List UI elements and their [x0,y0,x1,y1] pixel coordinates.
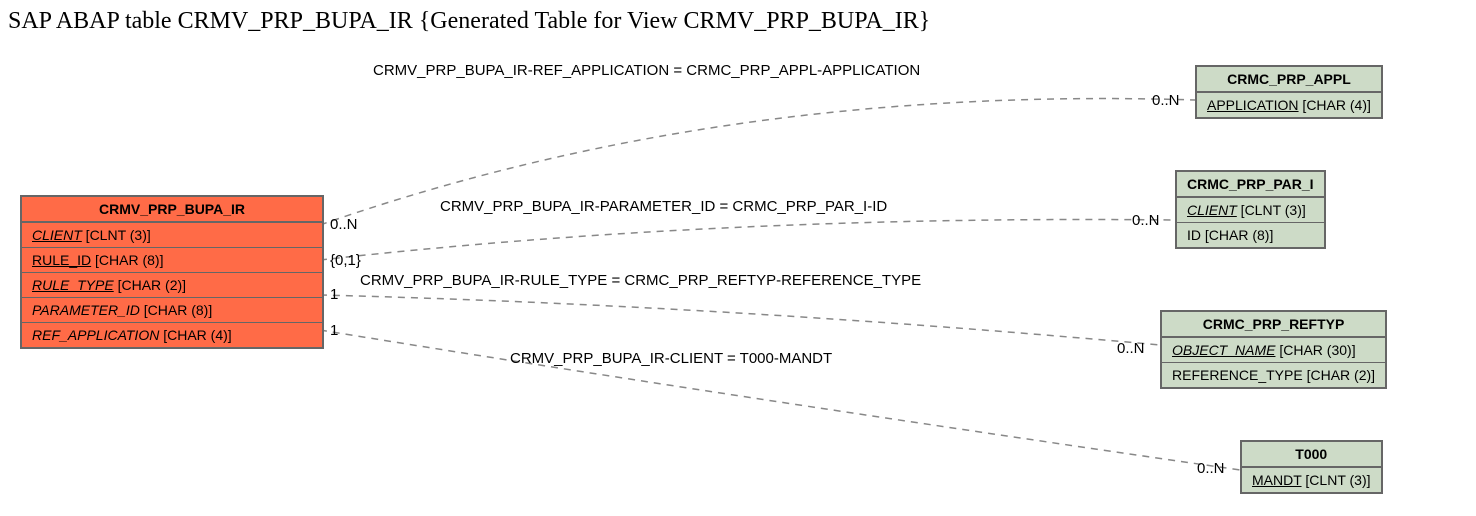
card-left-3: 1 [330,322,338,339]
entity-field: MANDT [CLNT (3)] [1242,468,1381,492]
entity-main-header: CRMV_PRP_BUPA_IR [22,197,322,223]
entity-header: CRMC_PRP_PAR_I [1177,172,1324,198]
entity-field: APPLICATION [CHAR (4)] [1197,93,1381,117]
entity-field: RULE_TYPE [CHAR (2)] [22,273,322,298]
entity-t000: T000 MANDT [CLNT (3)] [1240,440,1383,494]
rel-label-1: CRMV_PRP_BUPA_IR-PARAMETER_ID = CRMC_PRP… [440,198,887,215]
entity-field: PARAMETER_ID [CHAR (8)] [22,298,322,323]
card-right-2: 0..N [1117,340,1145,357]
page-title: SAP ABAP table CRMV_PRP_BUPA_IR {Generat… [8,8,930,35]
entity-field: REFERENCE_TYPE [CHAR (2)] [1162,363,1385,387]
entity-field: RULE_ID [CHAR (8)] [22,248,322,273]
rel-label-3: CRMV_PRP_BUPA_IR-CLIENT = T000-MANDT [510,350,832,367]
card-right-3: 0..N [1197,460,1225,477]
rel-label-2: CRMV_PRP_BUPA_IR-RULE_TYPE = CRMC_PRP_RE… [360,272,921,289]
entity-header: T000 [1242,442,1381,468]
entity-field: OBJECT_NAME [CHAR (30)] [1162,338,1385,363]
entity-crmc-prp-par-i: CRMC_PRP_PAR_I CLIENT [CLNT (3)]ID [CHAR… [1175,170,1326,249]
entity-main: CRMV_PRP_BUPA_IR CLIENT [CLNT (3)]RULE_I… [20,195,324,349]
entity-field: ID [CHAR (8)] [1177,223,1324,247]
entity-header: CRMC_PRP_REFTYP [1162,312,1385,338]
entity-field: CLIENT [CLNT (3)] [1177,198,1324,223]
card-left-2: 1 [330,286,338,303]
card-left-1: {0,1} [330,252,361,269]
entity-field: REF_APPLICATION [CHAR (4)] [22,323,322,347]
entity-field: CLIENT [CLNT (3)] [22,223,322,248]
card-left-0: 0..N [330,216,358,233]
rel-label-0: CRMV_PRP_BUPA_IR-REF_APPLICATION = CRMC_… [373,62,920,79]
entity-crmc-prp-reftyp: CRMC_PRP_REFTYP OBJECT_NAME [CHAR (30)]R… [1160,310,1387,389]
card-right-0: 0..N [1152,92,1180,109]
entity-header: CRMC_PRP_APPL [1197,67,1381,93]
card-right-1: 0..N [1132,212,1160,229]
entity-crmc-prp-appl: CRMC_PRP_APPL APPLICATION [CHAR (4)] [1195,65,1383,119]
